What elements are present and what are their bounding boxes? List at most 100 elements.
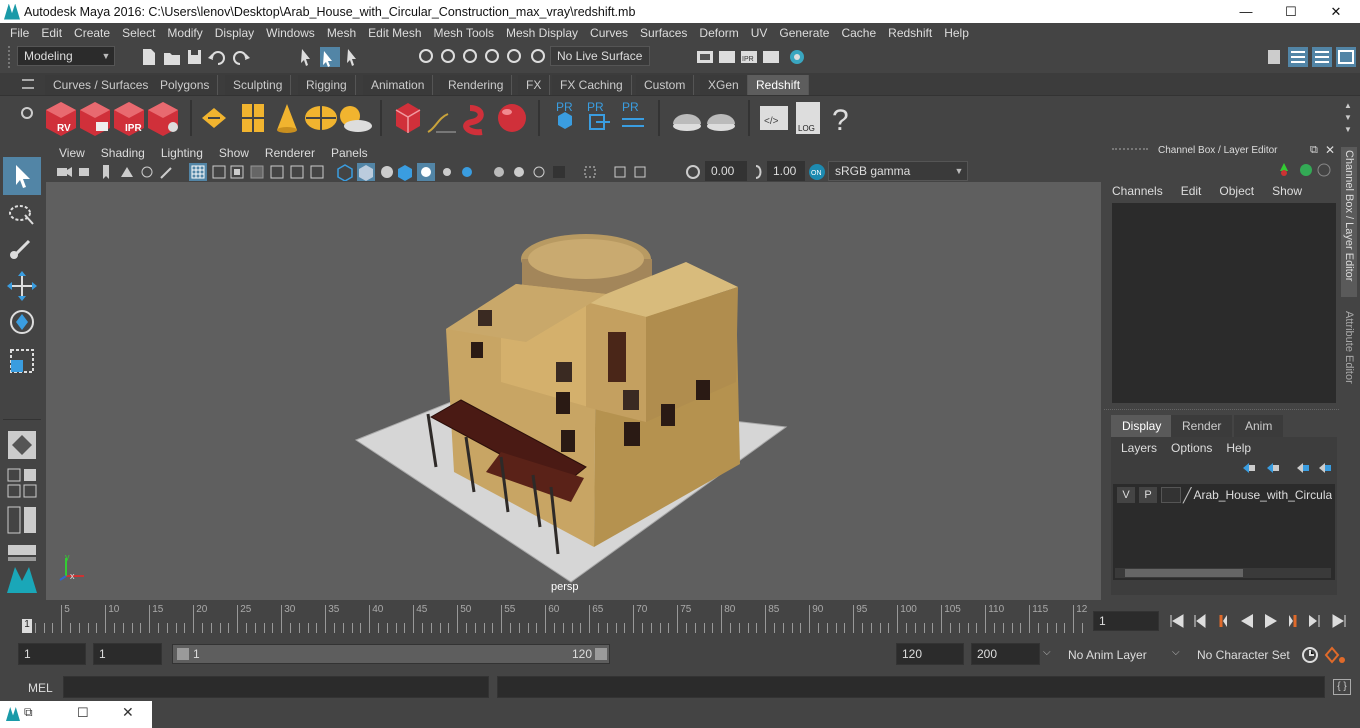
shelf-icons[interactable]: RV IPR PR PR PR </> LOG ? — [44, 98, 864, 138]
menu-windows[interactable]: Windows — [260, 26, 321, 40]
redshift-render-view-icon[interactable]: RV — [46, 102, 76, 136]
camera-attributes-icon[interactable] — [79, 168, 89, 176]
redshift-render-icon[interactable] — [80, 102, 110, 136]
go-to-start-icon[interactable] — [1170, 614, 1184, 628]
scrollbar-thumb[interactable] — [1125, 569, 1243, 577]
render-view-icon[interactable] — [697, 51, 713, 63]
grease-pencil-icon[interactable] — [160, 167, 172, 179]
anim-end-field[interactable]: 200 — [971, 643, 1040, 665]
redshift-ipr-icon[interactable]: IPR — [114, 102, 144, 136]
viewport-menu-renderer[interactable]: Renderer — [257, 146, 323, 160]
shelf-tab-custom[interactable]: Custom — [636, 75, 695, 95]
maximize-small-icon[interactable]: ☐ — [77, 705, 89, 721]
redshift-mesh-light-icon[interactable] — [427, 113, 456, 133]
current-frame-marker[interactable]: 1 — [22, 619, 32, 633]
shelf-menu-icon[interactable] — [22, 79, 34, 89]
snap-curve-icon[interactable] — [441, 49, 455, 63]
new-empty-layer-icon[interactable] — [1297, 463, 1309, 473]
step-back-key-icon[interactable] — [1194, 614, 1206, 628]
menu-help[interactable]: Help — [938, 26, 975, 40]
select-component-icon[interactable] — [347, 49, 356, 66]
snap-point-icon[interactable] — [463, 49, 477, 63]
menu-edit-mesh[interactable]: Edit Mesh — [362, 26, 427, 40]
2d-pan-zoom-icon[interactable] — [141, 166, 153, 178]
step-back-frame-icon[interactable] — [1219, 615, 1227, 627]
layer-action-icons[interactable] — [1239, 461, 1335, 475]
move-layer-up-icon[interactable] — [1243, 463, 1255, 473]
resolution-gate-icon[interactable] — [230, 165, 244, 179]
layer-row[interactable]: V P ╱ Arab_House_with_Circula — [1117, 486, 1335, 504]
redshift-area-light-icon[interactable] — [242, 104, 264, 132]
redshift-log-icon[interactable]: LOG — [796, 102, 820, 134]
panel-splitter[interactable] — [1104, 409, 1339, 413]
options-menu[interactable]: Options — [1171, 441, 1212, 455]
layer-scrollbar[interactable] — [1115, 568, 1331, 578]
single-view-layout-icon[interactable] — [8, 431, 36, 459]
modeling-toolkit-icon[interactable] — [1268, 50, 1280, 64]
timeline-track[interactable]: 5 10 15 20 25 30 35 40 45 50 55 60 65 70 75 80 85 90 95 100… — [18, 603, 1087, 635]
file-toolbar[interactable] — [140, 48, 260, 66]
xray-icon[interactable] — [494, 167, 504, 177]
redshift-sun-sky-icon[interactable] — [340, 106, 372, 132]
range-slider-right-handle[interactable] — [595, 648, 607, 660]
time-slider[interactable]: 5 10 15 20 25 30 35 40 45 50 55 60 65 70 75 80 85 90 95 100… — [0, 603, 1360, 637]
save-scene-icon[interactable] — [188, 50, 201, 64]
menu-edit[interactable]: Edit — [35, 26, 68, 40]
wireframe-icon[interactable] — [337, 164, 353, 181]
menu-modify[interactable]: Modify — [161, 26, 208, 40]
open-scene-icon[interactable] — [164, 53, 180, 65]
move-tool-icon[interactable] — [7, 271, 37, 301]
mode-selector[interactable]: Modeling ▼ — [17, 46, 115, 66]
snap-surface-icon[interactable] — [507, 49, 521, 63]
layers-menu[interactable]: Layers — [1121, 441, 1157, 455]
isolate-select-icon[interactable] — [462, 167, 472, 177]
char-set-arrow-icon[interactable]: ⌵ — [1172, 647, 1180, 658]
ipr-render-icon[interactable]: IPR — [741, 51, 757, 63]
current-frame-field[interactable]: 1 — [1093, 611, 1159, 631]
redo-icon[interactable] — [233, 51, 250, 65]
depth-of-field-icon[interactable] — [614, 166, 626, 178]
film-gate-icon[interactable] — [212, 165, 226, 179]
workspace-toolbar[interactable] — [1262, 46, 1358, 68]
menu-display[interactable]: Display — [209, 26, 260, 40]
viewport-menu-show[interactable]: Show — [211, 146, 257, 160]
redshift-material-icon[interactable] — [673, 114, 701, 131]
edit-menu[interactable]: Edit — [1181, 184, 1202, 198]
close-button[interactable]: ✕ — [1313, 0, 1359, 23]
graph-layout-icon[interactable] — [8, 545, 36, 561]
xray-joints-icon[interactable] — [514, 167, 524, 177]
attribute-editor-side-tab[interactable]: Attribute Editor — [1341, 308, 1357, 398]
speed-icon[interactable] — [1300, 164, 1312, 176]
channels-menu[interactable]: Channels — [1112, 184, 1163, 198]
select-object-icon[interactable] — [320, 47, 340, 67]
script-language-label[interactable]: MEL — [28, 681, 53, 695]
move-layer-down-icon[interactable] — [1267, 463, 1279, 473]
textured-icon[interactable] — [398, 165, 412, 181]
shelf-tab-curves-surfaces[interactable]: Curves / Surfaces — [45, 75, 158, 95]
layer-playback-toggle[interactable]: P — [1139, 487, 1157, 503]
viewport-menu-shading[interactable]: Shading — [93, 146, 153, 160]
redshift-help-icon[interactable]: ? — [832, 104, 849, 137]
redshift-hair-icon[interactable] — [463, 105, 484, 136]
ambient-occlusion-icon[interactable] — [533, 166, 545, 178]
menu-uv[interactable]: UV — [745, 26, 774, 40]
new-layer-selected-icon[interactable] — [1319, 463, 1331, 473]
shelf-tab-polygons[interactable]: Polygons — [152, 75, 219, 95]
drag-handle[interactable] — [8, 46, 11, 68]
layer-color-swatch[interactable] — [1161, 487, 1181, 503]
viewport-toolbar-icons[interactable] — [55, 163, 705, 181]
viewport-menu-view[interactable]: View — [51, 146, 93, 160]
exposure-icon[interactable] — [686, 165, 700, 179]
gate-mask-icon[interactable] — [250, 165, 264, 179]
redshift-proxy-icon[interactable] — [202, 108, 226, 128]
rotate-tool-icon[interactable] — [10, 310, 34, 334]
panel-drag-handle[interactable] — [1112, 148, 1148, 153]
exposure-field[interactable]: 0.00 — [705, 161, 747, 181]
render-settings-icon[interactable] — [763, 51, 779, 63]
step-forward-frame-icon[interactable] — [1289, 615, 1297, 627]
selection-snap-toolbar[interactable] — [298, 47, 548, 67]
scale-tool-icon[interactable] — [10, 349, 34, 373]
viewport-menu-panels[interactable]: Panels — [323, 146, 376, 160]
shadows-icon[interactable] — [443, 168, 451, 176]
minimize-button[interactable]: — — [1223, 0, 1269, 23]
